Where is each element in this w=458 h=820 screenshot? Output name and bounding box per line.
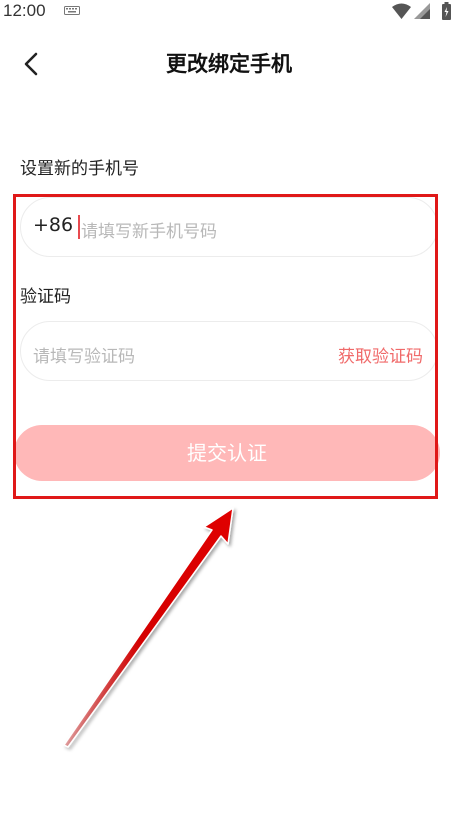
verification-code-label: 验证码 — [20, 287, 71, 307]
status-bar: 12:00 — [0, 0, 458, 24]
wifi-icon — [392, 3, 411, 19]
phone-placeholder: 请填写新手机号码 — [81, 222, 217, 242]
text-cursor — [78, 215, 80, 239]
change-phone-page: 12:00 更改绑定手机 设置新的手机号 +86 请填写新手机号码 验证码 请填… — [0, 0, 458, 820]
phone-input[interactable]: +86 请填写新手机号码 — [20, 197, 438, 257]
status-time: 12:00 — [3, 1, 46, 20]
keyboard-icon — [64, 6, 80, 15]
battery-icon — [442, 2, 451, 20]
get-code-button[interactable]: 获取验证码 — [338, 342, 423, 367]
annotation-arrow — [63, 507, 234, 748]
verification-code-input[interactable]: 请填写验证码 获取验证码 — [20, 321, 438, 381]
submit-button[interactable]: 提交认证 — [14, 425, 440, 481]
code-placeholder: 请填写验证码 — [33, 347, 135, 367]
new-phone-label: 设置新的手机号 — [20, 159, 139, 179]
signal-icon — [414, 3, 430, 19]
page-title: 更改绑定手机 — [166, 52, 292, 76]
country-code[interactable]: +86 — [33, 214, 73, 236]
